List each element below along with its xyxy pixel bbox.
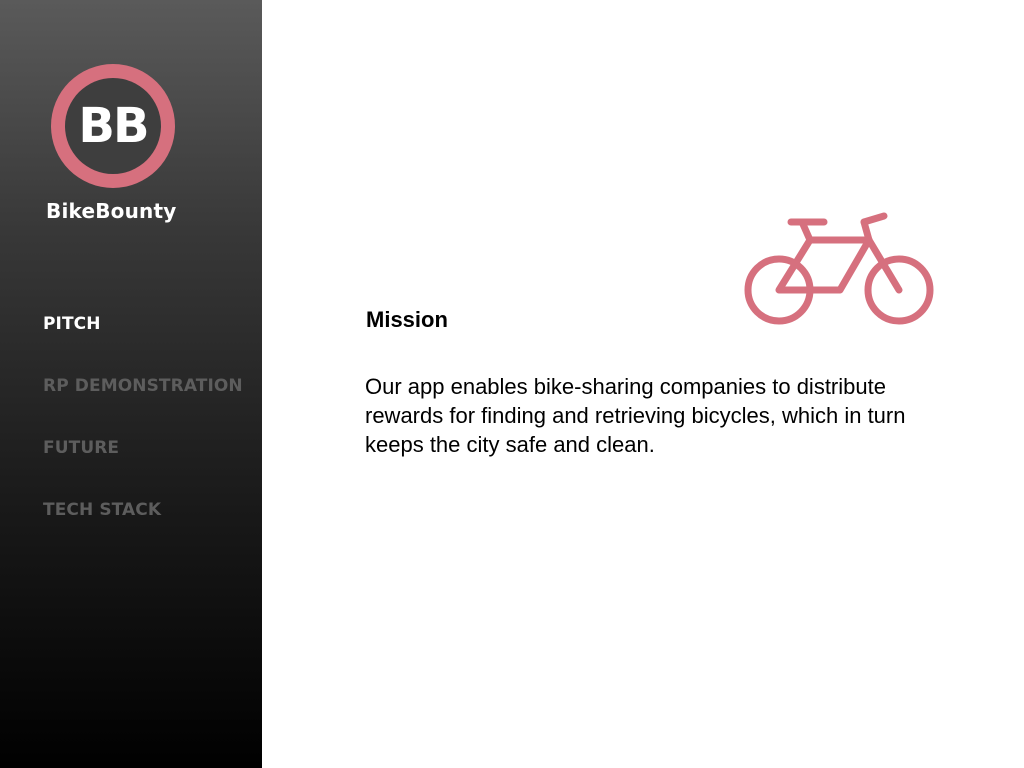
- logo-initials: BB: [65, 78, 161, 174]
- sidebar-nav: PITCH RP DEMONSTRATION FUTURE TECH STACK: [43, 314, 243, 562]
- app-window: BB BikeBounty PITCH RP DEMONSTRATION FUT…: [0, 0, 1024, 768]
- mission-text: Our app enables bike-sharing companies t…: [365, 374, 906, 457]
- logo-badge: BB: [51, 64, 175, 188]
- sidebar-item-rp-demonstration[interactable]: RP DEMONSTRATION: [43, 376, 243, 438]
- main-content: Mission Our app enables bike-sharing com…: [262, 0, 1024, 768]
- bicycle-icon: [744, 212, 934, 325]
- logo-wordmark: BikeBounty: [46, 199, 177, 223]
- section-heading: Mission: [366, 307, 448, 332]
- sidebar-item-tech-stack[interactable]: TECH STACK: [43, 500, 243, 562]
- sidebar-item-future[interactable]: FUTURE: [43, 438, 243, 500]
- sidebar: BB BikeBounty PITCH RP DEMONSTRATION FUT…: [0, 0, 262, 768]
- sidebar-item-pitch[interactable]: PITCH: [43, 314, 243, 376]
